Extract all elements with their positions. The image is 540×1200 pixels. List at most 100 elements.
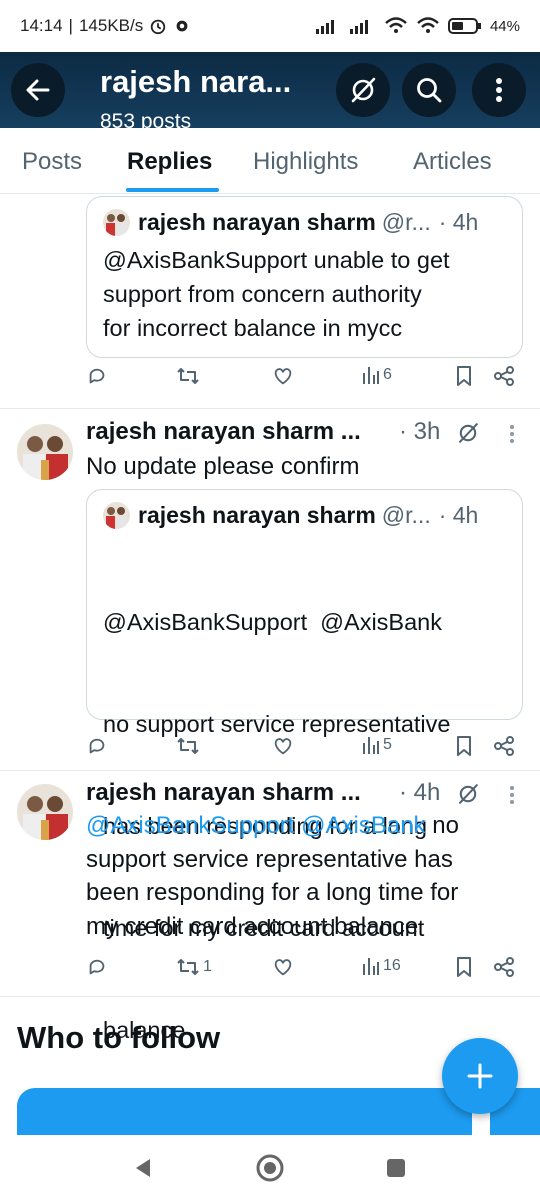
nav-home-icon[interactable] bbox=[256, 1154, 284, 1182]
share-icon bbox=[494, 957, 514, 977]
wifi-2-icon bbox=[417, 17, 439, 33]
retweet-button[interactable]: 1 bbox=[176, 956, 212, 978]
quoted-post-time: · 4h bbox=[438, 502, 479, 528]
retweet-button[interactable] bbox=[176, 735, 200, 757]
share-icon bbox=[494, 736, 514, 756]
alarm-icon bbox=[151, 19, 166, 35]
author-avatar[interactable] bbox=[17, 424, 73, 480]
author-name[interactable]: rajesh narayan sharm ... bbox=[86, 418, 361, 446]
grok-button[interactable] bbox=[336, 63, 390, 117]
like-button[interactable] bbox=[272, 735, 294, 757]
profile-title: rajesh nara... bbox=[100, 64, 292, 99]
search-icon bbox=[417, 78, 442, 103]
quoted-post-text: @AxisBankSupport unable to get support f… bbox=[103, 247, 450, 341]
grok-icon[interactable] bbox=[456, 421, 480, 445]
bookmark-icon bbox=[457, 736, 471, 756]
wifi-icon bbox=[385, 17, 407, 33]
more-vertical-icon bbox=[496, 78, 502, 102]
avatar bbox=[103, 209, 130, 236]
status-net-speed: 145KB/s bbox=[78, 16, 144, 35]
retweet-icon bbox=[177, 738, 199, 754]
divider bbox=[0, 770, 540, 771]
post-actions: 6 bbox=[0, 365, 540, 405]
plus-icon bbox=[467, 1063, 493, 1089]
tab-posts[interactable]: Posts bbox=[22, 148, 82, 176]
quoted-author-name: rajesh narayan sharm bbox=[138, 209, 376, 235]
grok-icon bbox=[351, 77, 376, 103]
like-button[interactable] bbox=[272, 365, 294, 387]
views-count: 16 bbox=[383, 957, 401, 974]
like-button[interactable] bbox=[272, 956, 294, 978]
post-actions: 5 bbox=[0, 735, 540, 775]
views-button[interactable]: 16 bbox=[362, 956, 401, 976]
back-button[interactable] bbox=[11, 63, 65, 117]
profile-header: rajesh nara... 853 posts bbox=[0, 52, 540, 128]
heart-icon bbox=[274, 959, 292, 976]
reply-button[interactable] bbox=[86, 956, 108, 978]
quoted-post-header: rajesh narayan sharm @r... · 4h bbox=[103, 502, 478, 529]
status-bar: 14:14 | 145KB/s 44% bbox=[0, 0, 540, 52]
nav-recents-icon[interactable] bbox=[385, 1157, 407, 1179]
heart-icon bbox=[274, 738, 292, 755]
bookmark-icon bbox=[457, 957, 471, 977]
battery-percent: 44% bbox=[489, 17, 520, 35]
search-button[interactable] bbox=[402, 63, 456, 117]
battery-icon bbox=[447, 18, 481, 34]
system-nav-bar bbox=[0, 1135, 540, 1200]
bookmark-button[interactable] bbox=[455, 956, 473, 978]
more-vertical-icon[interactable] bbox=[508, 424, 516, 444]
views-count: 6 bbox=[383, 366, 392, 383]
settings-gear-icon bbox=[176, 20, 188, 32]
reply-icon bbox=[89, 368, 105, 384]
bookmark-button[interactable] bbox=[455, 365, 473, 387]
post-time: · 4h bbox=[399, 779, 441, 806]
post-actions: 1 16 bbox=[0, 956, 540, 996]
post-text: @AxisBankSupport @AxisBank no support se… bbox=[86, 812, 459, 940]
quoted-author-handle: @r... bbox=[381, 209, 431, 235]
reply-button[interactable] bbox=[86, 735, 108, 757]
signal-icon bbox=[315, 20, 334, 34]
author-name[interactable]: rajesh narayan sharm ... bbox=[86, 779, 361, 807]
nav-back-icon[interactable] bbox=[132, 1157, 154, 1179]
views-button[interactable]: 5 bbox=[362, 735, 392, 755]
tab-highlights[interactable]: Highlights bbox=[253, 148, 358, 176]
quoted-post[interactable]: rajesh narayan sharm @r... · 4h @AxisBan… bbox=[86, 489, 523, 1043]
profile-tabs: Posts Replies Highlights Articles bbox=[0, 128, 540, 194]
more-options-button[interactable] bbox=[472, 63, 526, 117]
mention-link[interactable]: @AxisBankSupport bbox=[86, 812, 294, 839]
tab-articles[interactable]: Articles bbox=[413, 148, 492, 176]
grok-icon[interactable] bbox=[456, 782, 480, 806]
reply-icon bbox=[89, 959, 105, 975]
profile-post-count: 853 posts bbox=[100, 110, 192, 128]
avatar bbox=[103, 502, 130, 529]
more-vertical-icon[interactable] bbox=[508, 785, 516, 805]
retweet-count: 1 bbox=[203, 958, 212, 975]
share-icon bbox=[494, 366, 514, 386]
compose-button[interactable] bbox=[442, 1038, 518, 1114]
retweet-icon bbox=[177, 368, 199, 384]
views-button[interactable]: 6 bbox=[362, 365, 392, 385]
reply-button[interactable] bbox=[86, 365, 108, 387]
mention-link[interactable]: @AxisBank bbox=[301, 812, 425, 839]
share-button[interactable] bbox=[493, 735, 515, 757]
quoted-post[interactable]: rajesh narayan sharm @r... · 4h @AxisBan… bbox=[86, 196, 523, 358]
retweet-icon bbox=[177, 959, 199, 975]
who-to-follow-heading: Who to follow bbox=[17, 1020, 221, 1055]
quoted-author-name: rajesh narayan sharm bbox=[138, 502, 376, 528]
bookmark-button[interactable] bbox=[455, 735, 473, 757]
divider bbox=[0, 408, 540, 409]
heart-icon bbox=[274, 368, 292, 385]
quoted-post-header: rajesh narayan sharm @r... · 4h bbox=[103, 209, 478, 236]
share-button[interactable] bbox=[493, 365, 515, 387]
post-text: No update please confirm bbox=[86, 453, 360, 480]
active-tab-indicator bbox=[126, 188, 219, 192]
author-avatar[interactable] bbox=[17, 784, 73, 840]
retweet-button[interactable] bbox=[176, 365, 200, 387]
share-button[interactable] bbox=[493, 956, 515, 978]
arrow-left-icon bbox=[26, 79, 50, 101]
quoted-author-handle: @r... bbox=[381, 502, 431, 528]
views-icon bbox=[363, 958, 379, 975]
divider bbox=[0, 996, 540, 997]
views-icon bbox=[363, 367, 379, 384]
tab-replies[interactable]: Replies bbox=[127, 148, 212, 176]
